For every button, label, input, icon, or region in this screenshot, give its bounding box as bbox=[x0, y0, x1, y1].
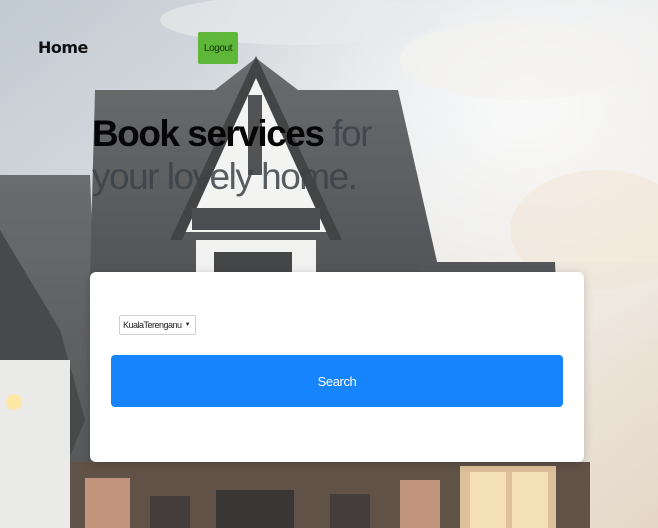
hero-heading: Book services for your lovely home. bbox=[92, 112, 412, 198]
search-card: KualaTerenganu ▼ Search bbox=[90, 272, 584, 462]
hero-heading-bold: Book services bbox=[92, 113, 325, 154]
location-select-value: KualaTerenganu bbox=[123, 320, 182, 330]
logout-button[interactable]: Logout bbox=[198, 32, 238, 64]
home-link[interactable]: Home bbox=[38, 38, 88, 57]
page: Home Logout Book services for your lovel… bbox=[0, 0, 658, 528]
location-select[interactable]: KualaTerenganu ▼ bbox=[119, 315, 196, 335]
search-button[interactable]: Search bbox=[111, 355, 563, 407]
chevron-down-icon: ▼ bbox=[184, 322, 191, 328]
